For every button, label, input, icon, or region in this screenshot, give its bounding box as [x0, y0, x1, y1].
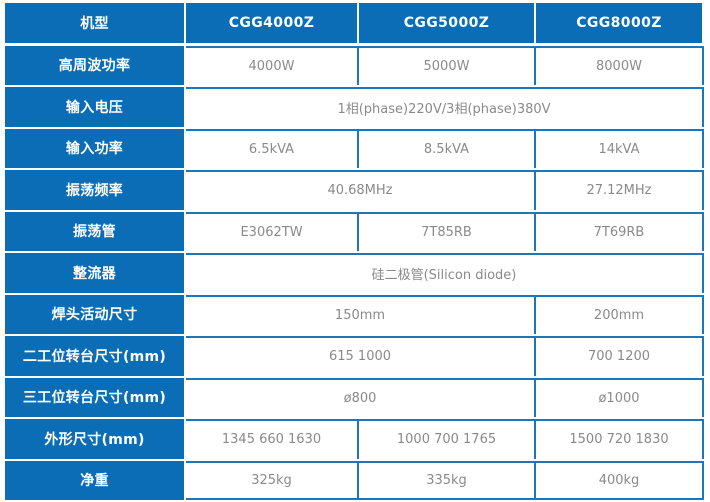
value-cell: 4000W — [248, 58, 295, 74]
row-values: 325kg 335kg 400kg — [186, 460, 704, 500]
value-cell: 400kg — [534, 462, 702, 498]
table-row: 外形尺寸(mm) 1345 660 1630 1000 700 1765 1500 7… — [5, 419, 706, 459]
row-values: ø800 ø1000 — [186, 377, 704, 417]
table-row: 三工位转台尺寸(mm) ø800 ø1000 — [5, 377, 706, 417]
table-header-row: 机型 CGG4000Z CGG5000Z CGG8000Z — [5, 3, 706, 43]
table-row: 振荡频率 40.68MHz 27.12MHz — [5, 170, 706, 210]
value-cell: 27.12MHz — [534, 172, 702, 210]
table-row: 输入功率 6.5kVA 8.5kVA 14kVA — [5, 128, 706, 168]
row-label: 输入电压 — [5, 87, 184, 127]
value-cell: 335kg — [357, 462, 534, 498]
value-cell: 8.5kVA — [357, 130, 534, 168]
row-label: 高周波功率 — [5, 45, 184, 85]
value-cell: E3062TW — [240, 224, 303, 240]
table-row: 焊头活动尺寸 150mm 200mm — [5, 294, 706, 334]
value-cell: ø1000 — [534, 379, 702, 417]
row-values: 4000W 5000W 8000W — [186, 45, 704, 85]
table-row: 整流器 硅二极管(Silicon diode) — [5, 253, 706, 293]
row-label: 外形尺寸(mm) — [5, 419, 184, 459]
header-models: CGG4000Z CGG5000Z CGG8000Z — [186, 3, 704, 43]
row-label: 输入功率 — [5, 128, 184, 168]
value-cell: 8000W — [534, 47, 702, 85]
row-values: 1345 660 1630 1000 700 1765 1500 720 1830 — [186, 419, 704, 459]
table-row: 输入电压 1相(phase)220V/3相(phase)380V — [5, 87, 706, 127]
table-row: 净重 325kg 335kg 400kg — [5, 460, 706, 500]
row-values: 40.68MHz 27.12MHz — [186, 170, 704, 210]
value-cell: 5000W — [357, 47, 534, 85]
row-label: 整流器 — [5, 253, 184, 293]
row-label: 二工位转台尺寸(mm) — [5, 336, 184, 376]
row-label: 三工位转台尺寸(mm) — [5, 377, 184, 417]
value-cell: 14kVA — [534, 130, 702, 168]
value-cell: 6.5kVA — [248, 141, 295, 157]
model-header-cgg4000z: CGG4000Z — [186, 3, 357, 43]
value-cell: ø800 — [343, 390, 377, 406]
table-row: 高周波功率 4000W 5000W 8000W — [5, 45, 706, 85]
row-values: 615 1000 700 1200 — [186, 336, 704, 376]
row-label: 净重 — [5, 460, 184, 500]
value-cell: 40.68MHz — [327, 183, 393, 199]
row-label: 振荡频率 — [5, 170, 184, 210]
value-cell: 1500 720 1830 — [534, 421, 702, 459]
row-values: E3062TW 7T85RB 7T69RB — [186, 211, 704, 251]
model-header-cgg5000z: CGG5000Z — [357, 3, 534, 43]
value-cell: 150mm — [334, 307, 386, 323]
value-cell: 1000 700 1765 — [357, 421, 534, 459]
value-cell: 615 1000 — [328, 349, 392, 365]
table-row: 二工位转台尺寸(mm) 615 1000 700 1200 — [5, 336, 706, 376]
row-values: 6.5kVA 8.5kVA 14kVA — [186, 128, 704, 168]
row-label: 振荡管 — [5, 211, 184, 251]
value-cell: 1相(phase)220V/3相(phase)380V — [337, 102, 551, 118]
value-cell: 硅二极管(Silicon diode) — [371, 268, 517, 284]
value-cell: 7T85RB — [357, 213, 534, 251]
value-cell: 1345 660 1630 — [221, 432, 322, 448]
value-cell: 7T69RB — [534, 213, 702, 251]
value-cell: 325kg — [251, 472, 292, 488]
row-values: 150mm 200mm — [186, 294, 704, 334]
value-cell: 700 1200 — [534, 338, 702, 376]
model-header-cgg8000z: CGG8000Z — [534, 3, 702, 43]
table-row: 振荡管 E3062TW 7T85RB 7T69RB — [5, 211, 706, 251]
row-values: 1相(phase)220V/3相(phase)380V — [186, 87, 704, 127]
spec-table: 机型 CGG4000Z CGG5000Z CGG8000Z 高周波功率 4000W… — [5, 3, 706, 500]
header-label-cell: 机型 — [5, 3, 184, 43]
row-values: 硅二极管(Silicon diode) — [186, 253, 704, 293]
value-cell: 200mm — [534, 296, 702, 334]
row-label: 焊头活动尺寸 — [5, 294, 184, 334]
